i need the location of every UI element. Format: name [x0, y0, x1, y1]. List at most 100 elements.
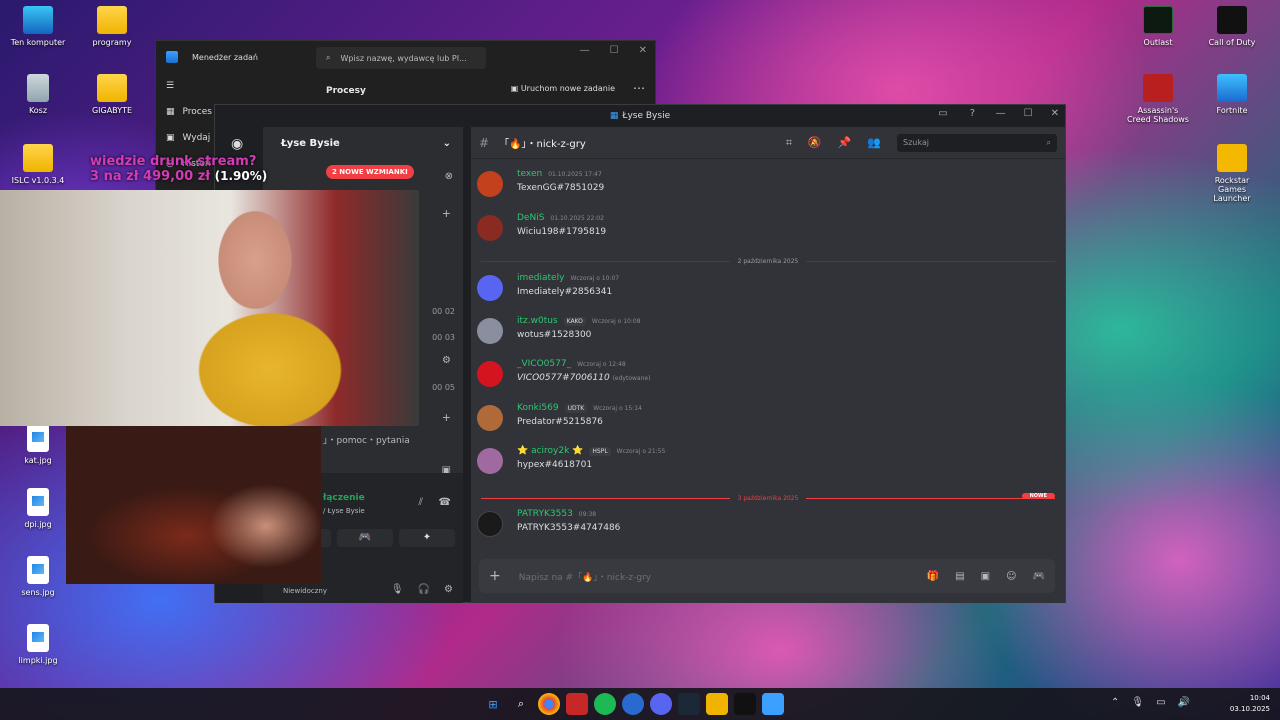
channel-item[interactable]: 」・pomoc・pytania: [323, 433, 453, 446]
inbox-icon[interactable]: ▭: [938, 108, 947, 119]
headphones-icon[interactable]: 🎧: [418, 584, 430, 595]
desktop-icon-rockstar[interactable]: Rockstar Games Launcher: [1200, 144, 1264, 203]
search-input[interactable]: Szukaj ⌕: [897, 133, 1057, 152]
desktop-icon-kat-jpg[interactable]: kat.jpg: [6, 424, 70, 465]
spotify-icon[interactable]: [594, 693, 616, 715]
disconnect-icon[interactable]: ☎: [439, 497, 451, 508]
desktop-icon-call-of-duty[interactable]: Call of Duty: [1200, 6, 1264, 47]
activities-icon[interactable]: 🎮: [1033, 571, 1045, 582]
message-time: 09:38: [578, 510, 597, 518]
settings-icon[interactable]: ⚙: [442, 355, 451, 366]
message-author[interactable]: Konki569: [517, 403, 559, 413]
message: imediately Wczoraj o 10:07 Imediately#285…: [477, 273, 1055, 313]
mute-icon[interactable]: 🔕: [808, 136, 822, 149]
desktop-icon-limpki-jpg[interactable]: limpki.jpg: [6, 624, 70, 665]
avatar[interactable]: [477, 318, 503, 344]
gift-icon[interactable]: 🎁: [927, 571, 939, 582]
chat-header: # 「🔥」・nick-z-gry ⌗ 🔕 📌 👥 Szukaj ⌕: [471, 127, 1065, 159]
hamburger-menu-icon[interactable]: ☰: [156, 73, 214, 99]
soundboard-button[interactable]: ✦: [399, 529, 455, 547]
avatar[interactable]: [477, 275, 503, 301]
desktop-icon-fortnite[interactable]: Fortnite: [1200, 74, 1264, 115]
threads-icon[interactable]: ⌗: [786, 136, 792, 150]
volume-icon[interactable]: 🔊: [1178, 697, 1190, 708]
microphone-icon[interactable]: 🎙: [391, 584, 404, 595]
role-badge: HSPL: [589, 446, 611, 456]
search-icon[interactable]: ⌕: [510, 693, 532, 715]
chrome-icon[interactable]: [538, 693, 560, 715]
discord-icon[interactable]: [650, 693, 672, 715]
steam-icon[interactable]: [678, 693, 700, 715]
photos-icon[interactable]: [762, 693, 784, 715]
performance-icon: ▣: [166, 133, 175, 143]
close-icon[interactable]: ✕: [1051, 108, 1059, 119]
minimize-icon[interactable]: —: [580, 45, 590, 56]
message-author[interactable]: texen: [517, 169, 542, 179]
nav-processes[interactable]: ▦ Proces: [156, 99, 214, 125]
message-author[interactable]: DeNiS: [517, 213, 544, 223]
message-author[interactable]: imediately: [517, 273, 564, 283]
desktop-icon-dpi-jpg[interactable]: dpi.jpg: [6, 488, 70, 529]
desktop-icon-sens-jpg[interactable]: sens.jpg: [6, 556, 70, 597]
activity-button[interactable]: 🎮: [337, 529, 393, 547]
settings-icon[interactable]: ⚙: [444, 584, 453, 595]
call-of-duty-icon[interactable]: [734, 693, 756, 715]
handcam-overlay: [66, 426, 321, 584]
avatar[interactable]: [477, 361, 503, 387]
help-icon[interactable]: ?: [970, 108, 975, 119]
desktop-icon-recycle-bin[interactable]: Kosz: [6, 74, 70, 115]
assassins-creed-icon: [1143, 74, 1173, 102]
task-manager-search-input[interactable]: ⌕ Wpisz nazwę, wydawcę lub PI...: [316, 47, 486, 69]
attach-plus-icon[interactable]: +: [489, 568, 501, 584]
noise-suppression-icon[interactable]: ⫽: [419, 497, 423, 508]
gif-icon[interactable]: ▤: [955, 571, 964, 582]
file-explorer-icon[interactable]: [706, 693, 728, 715]
desktop-icon-islc[interactable]: ISLC v1.0.3.4: [6, 144, 70, 185]
network-icon[interactable]: ▭: [1156, 697, 1165, 708]
system-clock[interactable]: 10:04 03.10.2025: [1230, 693, 1270, 715]
message-author[interactable]: _VICO0577_: [517, 359, 571, 369]
task-manager-window-controls: — ☐ ✕: [580, 45, 647, 56]
pin-icon[interactable]: 📌: [838, 136, 852, 149]
maximize-icon[interactable]: ☐: [1024, 108, 1033, 119]
sticker-icon[interactable]: ▣: [981, 571, 990, 582]
avatar[interactable]: [477, 215, 503, 241]
close-icon[interactable]: ✕: [639, 45, 647, 56]
chevron-up-icon[interactable]: ⌃: [1111, 697, 1119, 708]
new-mentions-badge[interactable]: 2 NOWE WZMIANKI: [326, 165, 414, 179]
nav-performance[interactable]: ▣ Wydaj: [156, 125, 214, 151]
message-author[interactable]: ⭐ aciroy2k ⭐: [517, 446, 583, 456]
message-composer[interactable]: + Napisz na #「🔥」・nick-z-gry 🎁 ▤ ▣ ☺ 🎮: [479, 559, 1055, 593]
xbox-icon[interactable]: ⊗: [445, 171, 453, 182]
video-app-icon[interactable]: [566, 693, 588, 715]
avatar[interactable]: [477, 171, 503, 197]
maximize-icon[interactable]: ☐: [610, 45, 619, 56]
webcam-overlay: [0, 190, 419, 426]
message: itz.w0tus KAKO Wczoraj o 10:08 wotus#15283…: [477, 316, 1055, 356]
avatar[interactable]: [477, 511, 503, 537]
message-author[interactable]: itz.w0tus: [517, 316, 558, 326]
microphone-icon[interactable]: 🎙: [1131, 697, 1144, 708]
add-channel-icon[interactable]: +: [442, 207, 451, 220]
desktop-icon-gigabyte[interactable]: GIGABYTE: [80, 74, 144, 115]
avatar[interactable]: [477, 405, 503, 431]
desktop-icon-programy[interactable]: programy: [80, 6, 144, 47]
processes-icon: ▦: [166, 107, 175, 117]
emoji-icon[interactable]: ☺: [1006, 571, 1016, 582]
minimize-icon[interactable]: —: [996, 108, 1006, 119]
avatar[interactable]: [477, 448, 503, 474]
discord-logo-icon[interactable]: ◉: [231, 136, 243, 152]
new-task-button[interactable]: ▣ Uruchom nowe zadanie: [511, 84, 615, 93]
user-status: Niewidoczny: [283, 587, 327, 595]
desktop-icon-assassins-creed[interactable]: Assassin's Creed Shadows: [1126, 74, 1190, 124]
desktop-icon-outlast[interactable]: Outlast: [1126, 6, 1190, 47]
hash-icon: #: [479, 135, 490, 150]
server-header[interactable]: Łyse Bysie ⌄: [263, 127, 463, 159]
message-author[interactable]: PATRYK3553: [517, 509, 573, 519]
add-channel-icon[interactable]: +: [442, 411, 451, 424]
desktop-icon-this-pc[interactable]: Ten komputer: [6, 6, 70, 47]
more-options-icon[interactable]: ⋯: [633, 81, 645, 95]
app-icon[interactable]: [622, 693, 644, 715]
windows-start-icon[interactable]: ⊞: [482, 693, 504, 715]
members-icon[interactable]: 👥: [867, 136, 881, 149]
